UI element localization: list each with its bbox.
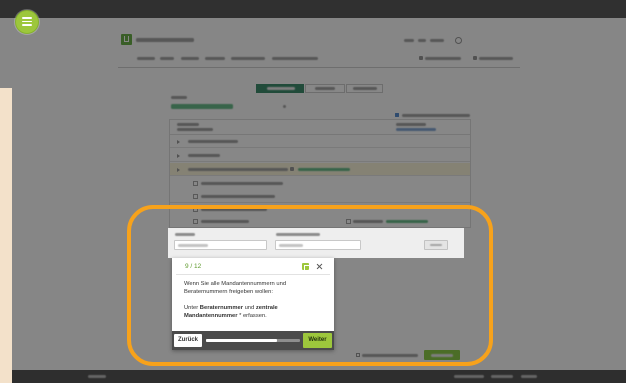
instruction-field-1: Beraternummer	[199, 305, 243, 311]
next-button[interactable]: Weiter	[303, 333, 332, 348]
tour-progress-bar	[206, 339, 300, 342]
tour-progress-fill	[206, 339, 277, 342]
menu-icon	[21, 17, 32, 26]
screen: 9 / 12 Wenn Sie alle Mandantennummern un…	[0, 0, 626, 383]
tour-popup-footer: Zurück Weiter	[172, 331, 334, 350]
tour-instruction-text: Unter Beraternummer und zentrale Mandant…	[184, 304, 292, 320]
instruction-prefix: Unter	[184, 305, 200, 311]
tour-step-counter: 9 / 12	[185, 263, 202, 270]
instruction-suffix: * erfassen.	[237, 313, 267, 319]
popup-divider	[176, 274, 330, 275]
tour-intro-text: Wenn Sie alle Mandantennummern und Berat…	[184, 281, 287, 295]
tour-popup: 9 / 12 Wenn Sie alle Mandantennummern un…	[172, 258, 334, 350]
back-button[interactable]: Zurück	[174, 334, 202, 347]
side-panel-edge	[0, 88, 12, 383]
image-icon[interactable]	[302, 263, 310, 271]
instruction-joiner: und	[242, 305, 256, 311]
tour-menu-button[interactable]	[15, 10, 39, 34]
close-icon[interactable]	[316, 263, 323, 270]
